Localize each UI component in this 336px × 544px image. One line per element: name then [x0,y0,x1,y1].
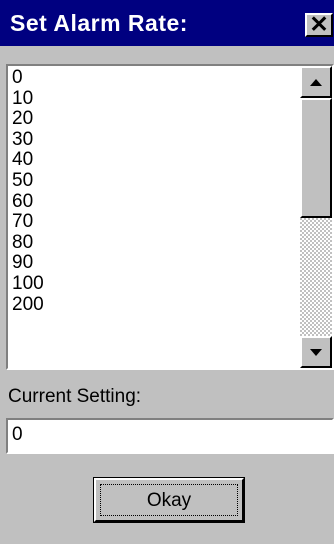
list-item[interactable]: 90 [12,253,44,274]
list-items: 0 10 20 30 40 50 60 70 80 90 100 200 [12,67,44,316]
list-item[interactable]: 10 [12,88,44,110]
set-alarm-rate-dialog: Set Alarm Rate: ✕ 0 10 20 30 40 50 60 70 80 90 100… [0,0,334,544]
current-setting-label: Current Setting: [8,386,142,407]
list-item[interactable]: 200 [12,294,44,316]
list-item[interactable]: 70 [12,212,44,233]
close-button[interactable]: ✕ [305,11,333,37]
title-bar: Set Alarm Rate: ✕ [0,0,334,46]
list-item[interactable]: 50 [12,170,44,192]
scroll-up-button[interactable] [300,66,332,98]
alarm-rate-list[interactable]: 0 10 20 30 40 50 60 70 80 90 100 200 [6,64,334,370]
list-item[interactable]: 30 [12,129,44,151]
arrow-down-icon [310,349,322,356]
okay-button-label: Okay [100,484,238,516]
scroll-thumb[interactable] [300,98,332,218]
okay-button[interactable]: Okay [93,477,245,523]
scroll-down-button[interactable] [300,336,332,368]
list-item[interactable]: 100 [12,273,44,295]
vertical-scrollbar[interactable] [300,66,332,368]
list-item[interactable]: 40 [12,150,44,171]
list-item[interactable]: 60 [12,191,44,213]
dialog-title: Set Alarm Rate: [10,10,188,36]
arrow-up-icon [310,79,322,86]
list-item[interactable]: 20 [12,109,44,130]
close-icon: ✕ [309,11,329,37]
list-item[interactable]: 80 [12,232,44,254]
list-item[interactable]: 0 [12,67,44,89]
current-setting-field[interactable]: 0 [6,418,334,454]
